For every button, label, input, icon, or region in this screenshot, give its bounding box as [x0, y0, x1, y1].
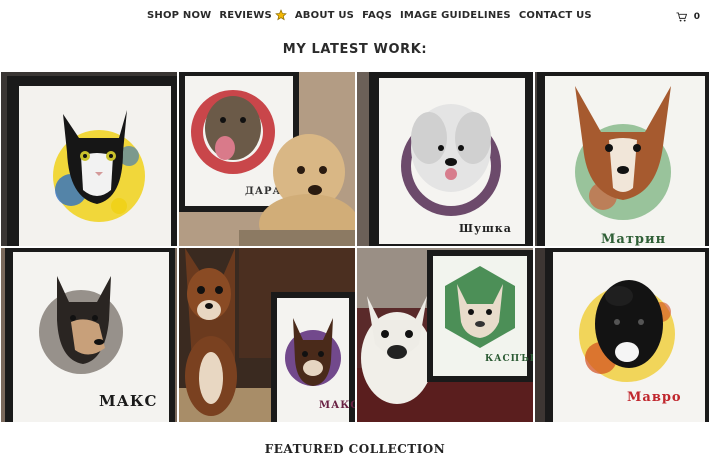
gallery-tile-kaspar[interactable]: КАСПЪР [356, 247, 534, 423]
gallery-tile-maks[interactable]: МАКС [0, 247, 178, 423]
top-nav: SHOP NOW REVIEWS ABOUT US FAQS IMAGE GUI… [0, 0, 710, 34]
nav-faqs[interactable]: FAQS [362, 10, 392, 21]
gallery-tile-dara[interactable]: ДАРА [178, 71, 356, 247]
cart-icon [676, 12, 687, 22]
nav-contact-us-label: CONTACT US [518, 9, 592, 21]
cart-count: 0 [693, 12, 700, 22]
cart-button[interactable]: 0 [676, 12, 700, 22]
nav-faqs-label: FAQS [362, 9, 393, 21]
nav-about-us[interactable]: ABOUT US [295, 10, 354, 21]
pet-name-maks-2: МАКС [319, 400, 356, 411]
star-icon [275, 9, 287, 21]
gallery-tile-matrin[interactable]: Матрин [534, 71, 710, 247]
section-title: MY LATEST WORK: [282, 42, 428, 57]
nav-shop-now[interactable]: SHOP NOW [147, 10, 211, 21]
nav-contact-us[interactable]: CONTACT US [519, 10, 592, 21]
nav-links: SHOP NOW REVIEWS ABOUT US FAQS IMAGE GUI… [147, 9, 600, 21]
pet-name-maks: МАКС [99, 392, 158, 410]
matrin-portrait-image [575, 86, 671, 220]
nav-about-us-label: ABOUT US [294, 9, 355, 21]
pet-name-shushka: Шушка [459, 222, 512, 235]
gallery-tile-maks-chihuahua[interactable]: МАКС [178, 247, 356, 423]
shushka-portrait-image [401, 104, 501, 216]
nav-image-guidelines-label: IMAGE GUIDELINES [400, 9, 511, 21]
gallery-tile-cat[interactable] [0, 71, 178, 247]
pet-name-matrin: Матрин [601, 232, 667, 247]
nav-image-guidelines[interactable]: IMAGE GUIDELINES [400, 10, 511, 21]
nav-reviews[interactable]: REVIEWS [219, 9, 287, 21]
gallery-grid: ДАРА Шушка Матрин МАКС МАКС КАСПЪР Мавро [0, 71, 710, 423]
gallery-tile-shushka[interactable]: Шушка [356, 71, 534, 247]
gallery-tile-mavro[interactable]: Мавро [534, 247, 710, 423]
pet-name-mavro: Мавро [627, 390, 682, 405]
nav-shop-now-label: SHOP NOW [147, 9, 212, 21]
nav-reviews-label: REVIEWS [219, 9, 272, 21]
featured-collection-title: FEATURED COLLECTION [264, 442, 446, 453]
cat-portrait-image [53, 110, 145, 222]
labrador-photo [239, 134, 355, 246]
pet-name-kaspar: КАСПЪР [485, 354, 534, 364]
